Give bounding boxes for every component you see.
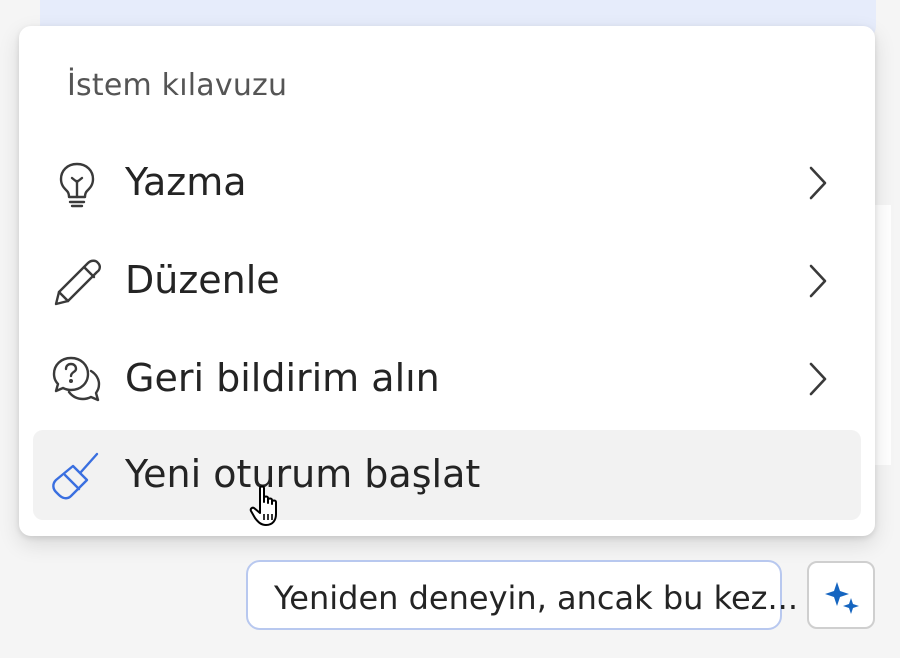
sparkle-icon bbox=[825, 582, 859, 614]
prompt-guide-button[interactable] bbox=[807, 561, 875, 629]
menu-heading: İstem kılavuzu bbox=[67, 68, 288, 103]
broom-icon bbox=[51, 450, 103, 502]
suggestion-chip-label: Yeniden deneyin, ancak bu kez... bbox=[274, 579, 798, 617]
menu-item-label: Geri bildirim alın bbox=[125, 356, 440, 400]
menu-item-geri-bildirim[interactable]: Geri bildirim alın bbox=[33, 334, 861, 424]
lightbulb-icon bbox=[51, 158, 103, 210]
menu-item-duzenle[interactable]: Düzenle bbox=[33, 236, 861, 326]
menu-item-label: Yazma bbox=[125, 160, 247, 204]
chevron-right-icon bbox=[803, 360, 831, 398]
question-chat-icon bbox=[51, 354, 103, 406]
prompt-guide-menu: İstem kılavuzu Yazma Düzenle Geri bildir… bbox=[19, 26, 875, 536]
menu-item-label: Düzenle bbox=[125, 258, 280, 302]
menu-item-yazma[interactable]: Yazma bbox=[33, 138, 861, 228]
suggestion-chip[interactable]: Yeniden deneyin, ancak bu kez... bbox=[246, 560, 798, 630]
hand-cursor-icon bbox=[248, 484, 284, 528]
menu-item-yeni-oturum[interactable]: Yeni oturum başlat bbox=[33, 430, 861, 520]
pencil-icon bbox=[51, 256, 103, 308]
chevron-right-icon bbox=[803, 262, 831, 300]
chevron-right-icon bbox=[803, 164, 831, 202]
menu-item-label: Yeni oturum başlat bbox=[125, 452, 481, 496]
